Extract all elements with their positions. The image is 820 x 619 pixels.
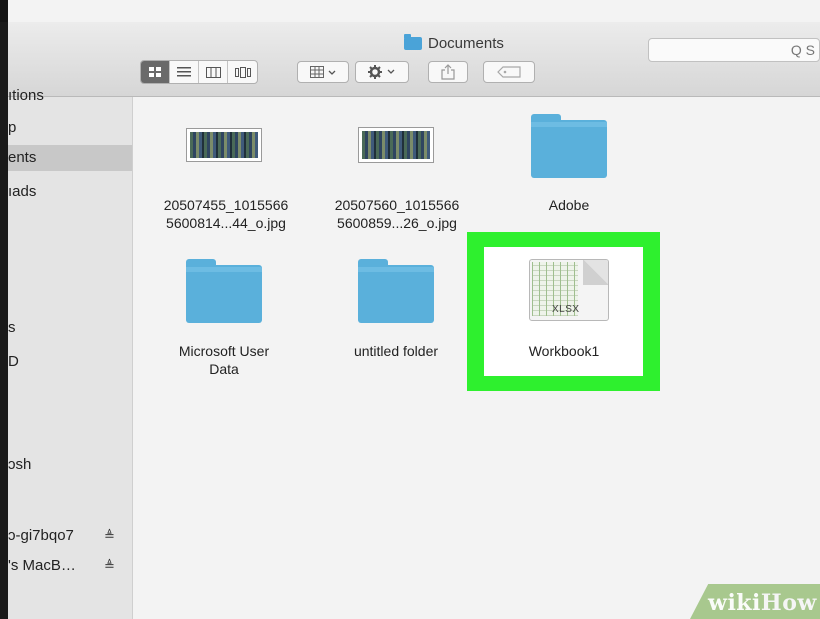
tag-icon — [497, 66, 521, 78]
file-item-jpg-1[interactable]: 20507455_1015566 5600814...44_o.jpg — [142, 196, 310, 232]
sidebar-item-dvd[interactable]: D — [8, 349, 132, 375]
search-field[interactable]: Q S — [648, 38, 820, 62]
sidebar-item-applications[interactable]: ıtions — [8, 83, 132, 109]
sidebar-item-network-share[interactable]: ɔ-gi7bqo7 ≜ — [8, 523, 132, 549]
arrange-grid-icon — [310, 66, 336, 78]
window-title-text: Documents — [428, 34, 504, 52]
sidebar-item-documents[interactable]: ents — [8, 145, 132, 171]
folder-icon[interactable] — [358, 259, 434, 323]
tag-button[interactable] — [483, 61, 535, 83]
folder-icon[interactable] — [186, 259, 262, 323]
xlsx-file-icon[interactable]: XLSX — [529, 259, 609, 321]
xlsx-badge: XLSX — [552, 304, 580, 315]
sidebar: ıtions p ents ıads s D ɔsh ɔ-gi7bqo7 ≜ '… — [8, 87, 133, 619]
image-thumbnail-icon[interactable] — [358, 127, 434, 163]
gear-icon — [368, 65, 395, 79]
folder-item-untitled-folder[interactable]: untitled folder — [324, 342, 468, 360]
sidebar-item-macintosh[interactable]: ɔsh — [8, 452, 132, 478]
file-item-workbook1[interactable]: Workbook1 — [494, 342, 634, 360]
icon-view-button[interactable] — [141, 61, 170, 83]
list-icon — [177, 66, 191, 76]
column-view-button[interactable] — [199, 61, 228, 83]
cover-flow-icon — [234, 66, 251, 78]
sidebar-item-macbook[interactable]: 's MacB… ≜ — [8, 553, 132, 579]
columns-icon — [205, 66, 221, 78]
sidebar-item-downloads[interactable]: ıads — [8, 179, 132, 205]
wikihow-watermark: wikiHow — [708, 590, 817, 616]
image-thumbnail-icon[interactable] — [186, 128, 262, 162]
eject-icon[interactable]: ≜ — [104, 523, 115, 549]
window-title: Documents — [404, 33, 504, 53]
sidebar-item-devices[interactable]: s — [8, 315, 132, 341]
list-view-button[interactable] — [170, 61, 199, 83]
share-icon — [441, 64, 455, 80]
view-mode-switcher — [140, 60, 258, 84]
grid-icon — [148, 66, 161, 77]
folder-item-microsoft-user-data[interactable]: Microsoft User Data — [152, 342, 296, 378]
folder-icon — [404, 33, 422, 50]
eject-icon[interactable]: ≜ — [104, 553, 115, 579]
folder-icon[interactable] — [531, 114, 607, 178]
search-field-label: Q S — [790, 42, 815, 58]
sidebar-item-desktop[interactable]: p — [8, 115, 132, 141]
folder-item-adobe[interactable]: Adobe — [500, 196, 638, 214]
file-item-jpg-2[interactable]: 20507560_1015566 5600859...26_o.jpg — [313, 196, 481, 232]
share-button[interactable] — [428, 61, 468, 83]
arrange-button[interactable] — [297, 61, 349, 83]
cover-flow-button[interactable] — [228, 61, 257, 83]
action-button[interactable] — [355, 61, 409, 83]
